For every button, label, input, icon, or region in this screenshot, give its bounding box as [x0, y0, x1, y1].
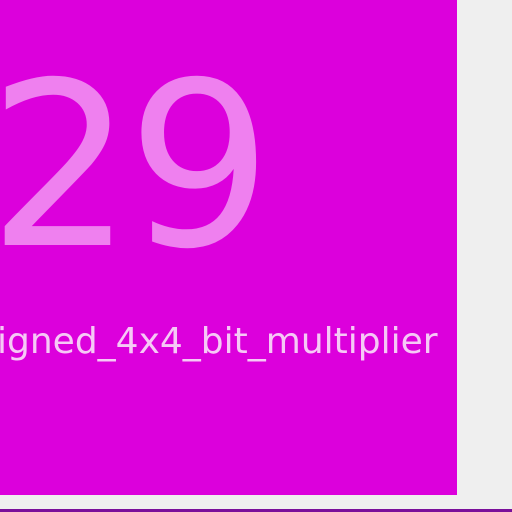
- screen: 29 igned_4x4_bit_multiplier: [0, 0, 512, 512]
- tile-label: igned_4x4_bit_multiplier: [0, 321, 438, 362]
- tile-number: 29: [0, 33, 272, 299]
- right-panel: [457, 0, 512, 495]
- bottom-strip: [0, 495, 512, 512]
- statistic-tile[interactable]: 29 igned_4x4_bit_multiplier: [0, 0, 457, 495]
